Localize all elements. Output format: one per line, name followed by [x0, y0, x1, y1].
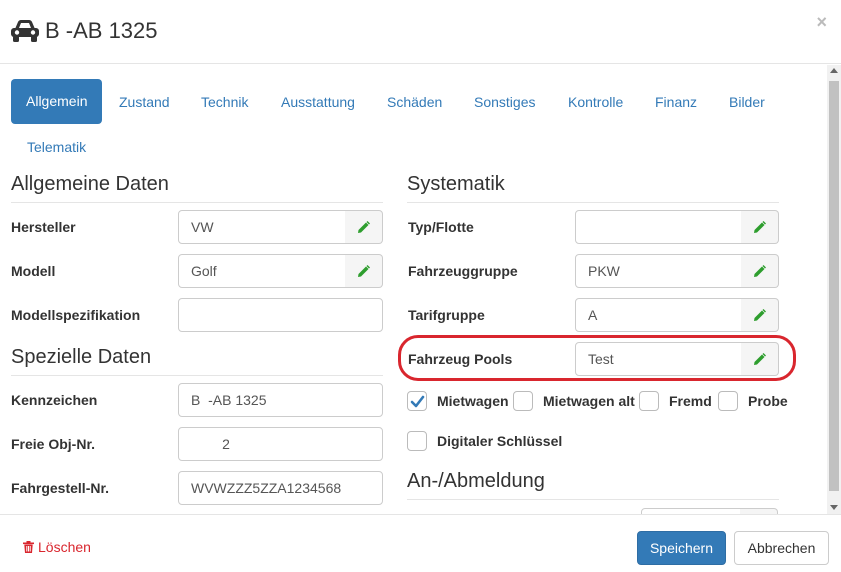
fahrzeuggruppe-edit-button[interactable]: [741, 254, 779, 288]
digitaler-schluessel-checkbox[interactable]: [407, 431, 427, 451]
save-button[interactable]: Speichern: [637, 531, 726, 565]
tarifgruppe-edit-button[interactable]: [741, 298, 779, 332]
tab-zustand[interactable]: Zustand: [119, 94, 170, 110]
mietwagen-alt-checkbox[interactable]: [513, 391, 533, 411]
trash-icon: [23, 541, 34, 553]
modell-edit-button[interactable]: [345, 254, 383, 288]
label-freie-obj-nr: Freie Obj-Nr.: [11, 436, 96, 452]
tab-schaeden[interactable]: Schäden: [387, 94, 442, 110]
fahrzeuggruppe-field[interactable]: PKW: [575, 254, 742, 288]
mietwagen-checkbox[interactable]: [407, 391, 427, 411]
label-fahrgestell-nr: Fahrgestell-Nr.: [11, 480, 110, 496]
modellspezifikation-field[interactable]: [178, 298, 383, 332]
probe-label: Probe: [748, 393, 788, 409]
pencil-icon: [754, 265, 766, 277]
label-modellspezifikation: Modellspezifikation: [11, 307, 141, 323]
tab-ausstattung[interactable]: Ausstattung: [281, 94, 355, 110]
fahrgestell-nr-field[interactable]: WVWZZZ5ZZA1234568: [178, 471, 383, 505]
typ-flotte-edit-button[interactable]: [741, 210, 779, 244]
modal-header: B -AB 1325 ×: [0, 0, 841, 64]
section-spezielle-daten: Spezielle Daten: [11, 346, 383, 376]
fremd-checkbox[interactable]: [639, 391, 659, 411]
scrollbar-thumb[interactable]: [829, 81, 839, 491]
hersteller-field[interactable]: VW: [178, 210, 346, 244]
label-modell: Modell: [11, 263, 56, 279]
fahrzeug-pools-edit-button[interactable]: [741, 342, 779, 376]
tarifgruppe-field[interactable]: A: [575, 298, 742, 332]
label-hersteller: Hersteller: [11, 219, 76, 235]
pencil-icon: [754, 221, 766, 233]
modal-footer: Löschen Speichern Abbrechen: [0, 514, 841, 572]
tab-telematik[interactable]: Telematik: [27, 139, 86, 155]
section-an-abmeldung: An-/Abmeldung: [407, 470, 779, 500]
fremd-label: Fremd: [669, 393, 712, 409]
freie-obj-nr-field[interactable]: 2: [178, 427, 383, 461]
tab-finanz[interactable]: Finanz: [655, 94, 697, 110]
kennzeichen-field[interactable]: B -AB 1325: [178, 383, 383, 417]
section-systematik: Systematik: [407, 173, 779, 203]
pencil-icon: [358, 265, 370, 277]
tab-allgemein[interactable]: Allgemein: [11, 79, 103, 124]
label-fahrzeuggruppe: Fahrzeuggruppe: [408, 263, 518, 279]
cancel-button[interactable]: Abbrechen: [734, 531, 829, 565]
tab-bilder[interactable]: Bilder: [729, 94, 765, 110]
digitaler-schluessel-label: Digitaler Schlüssel: [437, 433, 563, 449]
fahrzeug-pools-field[interactable]: Test: [575, 342, 742, 376]
label-tarifgruppe: Tarifgruppe: [408, 307, 485, 323]
modal-title: B -AB 1325: [45, 18, 158, 43]
car-icon: [11, 20, 39, 42]
tab-kontrolle[interactable]: Kontrolle: [568, 94, 623, 110]
modell-field[interactable]: Golf: [178, 254, 346, 288]
typ-flotte-field[interactable]: [575, 210, 742, 244]
close-icon[interactable]: ×: [816, 12, 827, 33]
hersteller-edit-button[interactable]: [345, 210, 383, 244]
tab-technik[interactable]: Technik: [201, 94, 248, 110]
label-typ-flotte: Typ/Flotte: [408, 219, 474, 235]
mietwagen-label: Mietwagen: [437, 393, 509, 409]
scroll-down-arrow[interactable]: [830, 505, 838, 510]
pencil-icon: [754, 353, 766, 365]
section-allgemeine-daten: Allgemeine Daten: [11, 173, 383, 203]
pencil-icon: [754, 309, 766, 321]
tab-sonstiges[interactable]: Sonstiges: [474, 94, 535, 110]
check-icon: [410, 395, 425, 408]
modal-body: Allgemein Zustand Technik Ausstattung Sc…: [0, 65, 841, 514]
scroll-up-arrow[interactable]: [830, 68, 838, 73]
label-fahrzeug-pools: Fahrzeug Pools: [408, 351, 513, 367]
mietwagen-alt-label: Mietwagen alt: [543, 393, 635, 409]
pencil-icon: [358, 221, 370, 233]
probe-checkbox[interactable]: [718, 391, 738, 411]
label-kennzeichen: Kennzeichen: [11, 392, 98, 408]
delete-label: Löschen: [38, 539, 91, 555]
scrollbar[interactable]: [827, 65, 841, 514]
